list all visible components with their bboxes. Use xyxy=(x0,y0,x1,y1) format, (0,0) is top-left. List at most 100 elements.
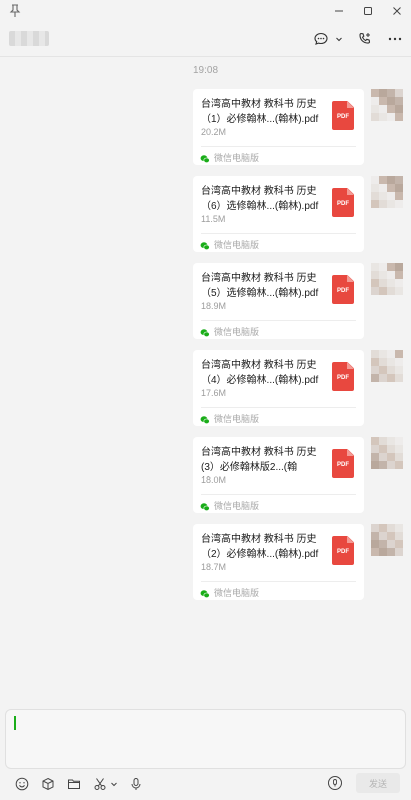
avatar-pixel xyxy=(387,279,395,287)
file-message: 台湾高中教材 教科书 历史 （5）选修翰林...(翰林).pdf 18.9M P… xyxy=(0,263,411,339)
avatar-pixel xyxy=(379,263,387,271)
close-button[interactable] xyxy=(382,0,411,22)
bubble-divider xyxy=(201,494,356,495)
file-bubble[interactable]: 台湾高中教材 教科书 历史 （2）必修翰林...(翰林).pdf 18.7M P… xyxy=(193,524,364,600)
avatar-pixel xyxy=(371,548,379,556)
avatar-pixel xyxy=(395,113,403,121)
avatar-pixel xyxy=(387,524,395,532)
pin-icon[interactable] xyxy=(9,4,21,18)
file-name: 台湾高中教材 教科书 历史 （5）选修翰林...(翰林).pdf xyxy=(201,273,319,299)
microphone-icon[interactable] xyxy=(128,776,144,792)
avatar-pixel xyxy=(371,279,379,287)
maximize-button[interactable] xyxy=(353,0,382,22)
avatar-pixel xyxy=(379,192,387,200)
avatar-pixel xyxy=(387,532,395,540)
file-name: 台湾高中教材 教科书 历史 (3）必修翰林版2...(翰林).pdf xyxy=(201,447,317,473)
pdf-fold xyxy=(347,275,354,282)
folder-icon[interactable] xyxy=(66,776,82,792)
message-source: 微信电脑版 xyxy=(214,414,260,424)
chevron-down-icon[interactable] xyxy=(335,29,343,49)
voice-input-icon[interactable] xyxy=(327,775,343,791)
file-message: 台湾高中教材 教科书 历史 （1）必修翰林...(翰林).pdf 20.2M P… xyxy=(0,89,411,165)
avatar-pixel xyxy=(395,97,403,105)
avatar-pixel xyxy=(371,287,379,295)
pdf-type-label: PDF xyxy=(337,375,349,381)
avatar-pixel xyxy=(379,461,387,469)
box-icon[interactable] xyxy=(40,776,56,792)
avatar[interactable] xyxy=(371,263,403,295)
chevron-down-icon[interactable] xyxy=(110,776,118,792)
avatar[interactable] xyxy=(371,437,403,469)
send-button[interactable]: 发送 xyxy=(356,773,400,793)
avatar[interactable] xyxy=(371,524,403,556)
avatar-pixel xyxy=(387,548,395,556)
avatar[interactable] xyxy=(371,350,403,382)
avatar-pixel xyxy=(395,548,403,556)
minimize-button[interactable] xyxy=(324,0,353,22)
file-bubble[interactable]: 台湾高中教材 教科书 历史 （4）必修翰林...(翰林).pdf 17.6M P… xyxy=(193,350,364,426)
avatar-pixel xyxy=(371,350,379,358)
avatar-pixel xyxy=(387,89,395,97)
scissors-icon[interactable] xyxy=(92,776,108,792)
avatar-pixel xyxy=(379,374,387,382)
avatar-pixel xyxy=(371,453,379,461)
avatar-pixel xyxy=(371,540,379,548)
message-source: 微信电脑版 xyxy=(214,501,260,511)
wechat-icon xyxy=(200,325,210,338)
chat-message-list[interactable]: 19:08 台湾高中教材 教科书 历史 （1）必修翰林...(翰林).pdf 2… xyxy=(0,57,411,707)
phone-icon[interactable] xyxy=(357,29,373,49)
avatar-pixel xyxy=(371,524,379,532)
avatar-pixel xyxy=(387,271,395,279)
avatar-pixel xyxy=(395,184,403,192)
avatar[interactable] xyxy=(371,89,403,121)
contact-name-blurred[interactable] xyxy=(9,31,49,46)
file-size: 20.2M xyxy=(201,127,227,137)
avatar-pixel xyxy=(395,540,403,548)
avatar-pixel xyxy=(379,532,387,540)
more-icon[interactable] xyxy=(387,29,403,49)
avatar-pixel xyxy=(395,437,403,445)
avatar-pixel xyxy=(395,358,403,366)
avatar-pixel xyxy=(395,374,403,382)
emoji-icon[interactable] xyxy=(14,776,30,792)
avatar-pixel xyxy=(371,271,379,279)
avatar-pixel xyxy=(371,192,379,200)
avatar-pixel xyxy=(387,97,395,105)
avatar-pixel xyxy=(387,192,395,200)
avatar-pixel xyxy=(387,453,395,461)
avatar-pixel xyxy=(395,105,403,113)
file-bubble[interactable]: 台湾高中教材 教科书 历史 （1）必修翰林...(翰林).pdf 20.2M P… xyxy=(193,89,364,165)
file-bubble[interactable]: 台湾高中教材 教科书 历史 (3）必修翰林版2...(翰林).pdf 18.0M… xyxy=(193,437,364,513)
pdf-type-label: PDF xyxy=(337,288,349,294)
avatar-pixel xyxy=(379,200,387,208)
message-input[interactable] xyxy=(5,709,406,769)
avatar-pixel xyxy=(395,453,403,461)
minimize-icon xyxy=(334,10,343,12)
avatar-pixel xyxy=(387,287,395,295)
avatar-pixel xyxy=(387,184,395,192)
wechat-icon xyxy=(200,412,210,425)
file-size: 17.6M xyxy=(201,388,227,398)
avatar-pixel xyxy=(395,461,403,469)
chat-header xyxy=(0,22,411,57)
file-bubble[interactable]: 台湾高中教材 教科书 历史 （5）选修翰林...(翰林).pdf 18.9M P… xyxy=(193,263,364,339)
avatar[interactable] xyxy=(371,176,403,208)
bubble-divider xyxy=(201,407,356,408)
avatar-pixel xyxy=(371,105,379,113)
file-bubble[interactable]: 台湾高中教材 教科书 历史 （6）选修翰林...(翰林).pdf 11.5M P… xyxy=(193,176,364,252)
avatar-pixel xyxy=(387,437,395,445)
avatar-pixel xyxy=(379,366,387,374)
avatar-pixel xyxy=(387,374,395,382)
avatar-pixel xyxy=(371,200,379,208)
chat-bubble-icon[interactable] xyxy=(313,29,329,49)
avatar-pixel xyxy=(379,271,387,279)
bubble-divider xyxy=(201,146,356,147)
message-timestamp: 19:08 xyxy=(192,65,219,76)
avatar-pixel xyxy=(379,445,387,453)
message-source: 微信电脑版 xyxy=(214,240,260,250)
file-name: 台湾高中教材 教科书 历史 （6）选修翰林...(翰林).pdf xyxy=(201,186,319,212)
file-message: 台湾高中教材 教科书 历史 （6）选修翰林...(翰林).pdf 11.5M P… xyxy=(0,176,411,252)
avatar-pixel xyxy=(379,453,387,461)
file-name: 台湾高中教材 教科书 历史 （1）必修翰林...(翰林).pdf xyxy=(201,99,319,125)
pdf-fold xyxy=(347,449,354,456)
